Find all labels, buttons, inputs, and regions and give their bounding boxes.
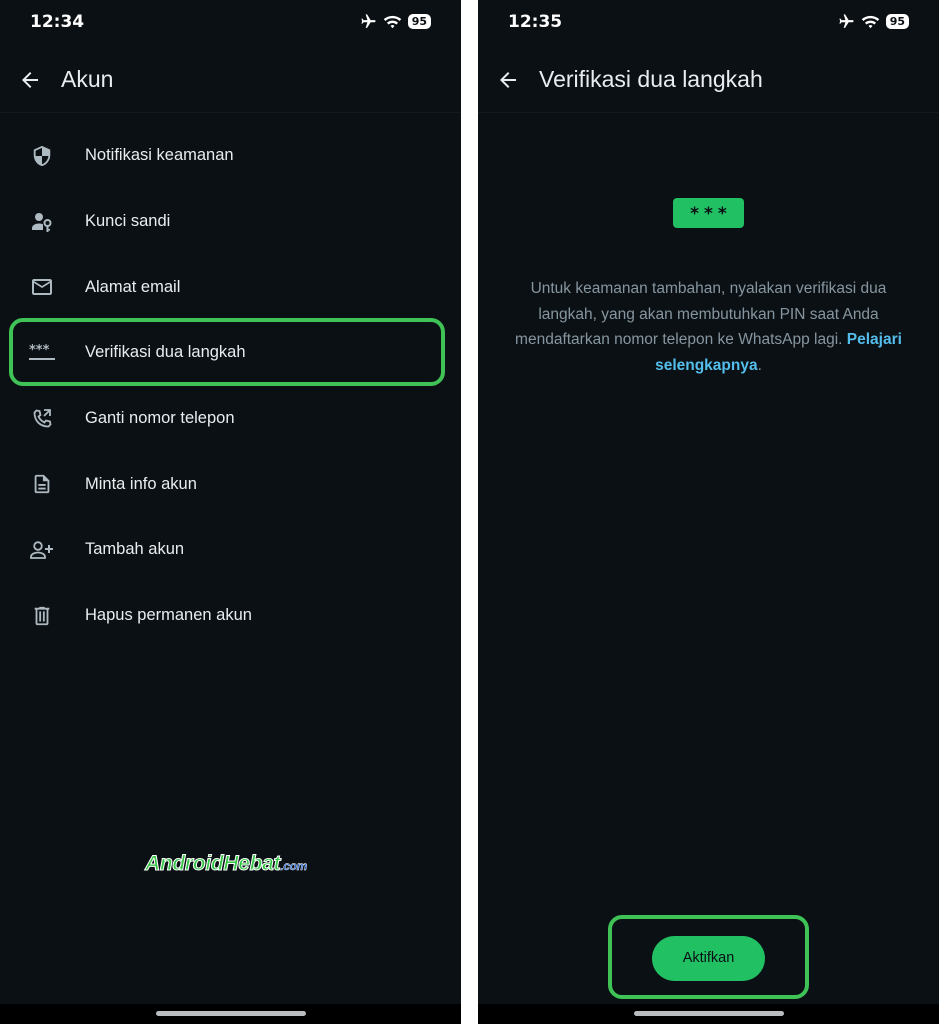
- status-time: 12:34: [30, 12, 85, 32]
- watermark-domain: .com: [280, 859, 308, 873]
- menu-item-label: Kunci sandi: [85, 212, 171, 231]
- watermark-main: AndroidHebat: [144, 852, 281, 876]
- battery-indicator: 95: [885, 14, 909, 29]
- menu-item-delete-account[interactable]: Hapus permanen akun: [0, 583, 461, 649]
- airplane-icon: [838, 13, 855, 30]
- home-indicator[interactable]: [633, 1011, 784, 1016]
- app-bar: Verifikasi dua langkah: [478, 50, 939, 112]
- menu-item-change-number[interactable]: Ganti nomor telepon: [0, 386, 461, 452]
- page-title: Akun: [61, 66, 114, 92]
- status-time: 12:35: [508, 12, 563, 32]
- page-title: Verifikasi dua langkah: [539, 66, 763, 92]
- status-bar: 12:34 95: [0, 0, 461, 46]
- back-arrow-icon[interactable]: [18, 68, 42, 92]
- account-settings-screen: 12:34 95 Akun Notifikasi keamanan Kunci …: [0, 0, 461, 1024]
- menu-item-label: Minta info akun: [85, 474, 197, 493]
- menu-item-label: Alamat email: [85, 277, 181, 296]
- menu-item-security-notifications[interactable]: Notifikasi keamanan: [0, 123, 461, 189]
- app-bar: Akun: [0, 50, 461, 112]
- description-body: Untuk keamanan tambahan, nyalakan verifi…: [515, 280, 887, 348]
- menu-item-label: Ganti nomor telepon: [85, 409, 235, 428]
- menu-item-label: Hapus permanen akun: [85, 606, 252, 625]
- menu-item-email[interactable]: Alamat email: [0, 254, 461, 320]
- pin-badge: ***: [673, 198, 744, 228]
- menu-item-passkey[interactable]: Kunci sandi: [0, 189, 461, 255]
- home-indicator[interactable]: [155, 1011, 306, 1016]
- enable-button[interactable]: Aktifkan: [652, 936, 765, 981]
- menu-item-label: Verifikasi dua langkah: [85, 343, 246, 362]
- svg-text:***: ***: [29, 343, 50, 358]
- airplane-icon: [360, 13, 377, 30]
- email-icon: [29, 274, 55, 300]
- watermark-logo: AndroidHebat.com: [144, 852, 308, 876]
- passkey-icon: [29, 209, 55, 235]
- menu-item-add-account[interactable]: Tambah akun: [0, 517, 461, 583]
- phone-change-icon: [29, 406, 55, 432]
- wifi-icon: [383, 13, 402, 30]
- divider: [478, 112, 939, 113]
- wifi-icon: [861, 13, 880, 30]
- back-arrow-icon[interactable]: [496, 68, 520, 92]
- battery-indicator: 95: [407, 14, 431, 29]
- status-icons: 95: [838, 13, 909, 30]
- divider: [0, 112, 461, 113]
- menu-item-label: Tambah akun: [85, 540, 185, 559]
- description-end: .: [757, 356, 762, 374]
- status-bar: 12:35 95: [478, 0, 939, 46]
- account-menu: Notifikasi keamanan Kunci sandi Alamat e…: [0, 123, 461, 649]
- add-person-icon: [29, 537, 55, 563]
- document-icon: [29, 471, 55, 497]
- menu-item-request-info[interactable]: Minta info akun: [0, 451, 461, 517]
- menu-item-two-step-verification[interactable]: *** Verifikasi dua langkah: [0, 320, 461, 386]
- status-icons: 95: [360, 13, 431, 30]
- two-step-verification-screen: 12:35 95 Verifikasi dua langkah *** Untu…: [478, 0, 939, 1024]
- two-step-icon: ***: [29, 340, 55, 366]
- description-text: Untuk keamanan tambahan, nyalakan verifi…: [504, 276, 913, 378]
- shield-icon: [29, 143, 55, 169]
- menu-item-label: Notifikasi keamanan: [85, 146, 234, 165]
- trash-icon: [29, 603, 55, 629]
